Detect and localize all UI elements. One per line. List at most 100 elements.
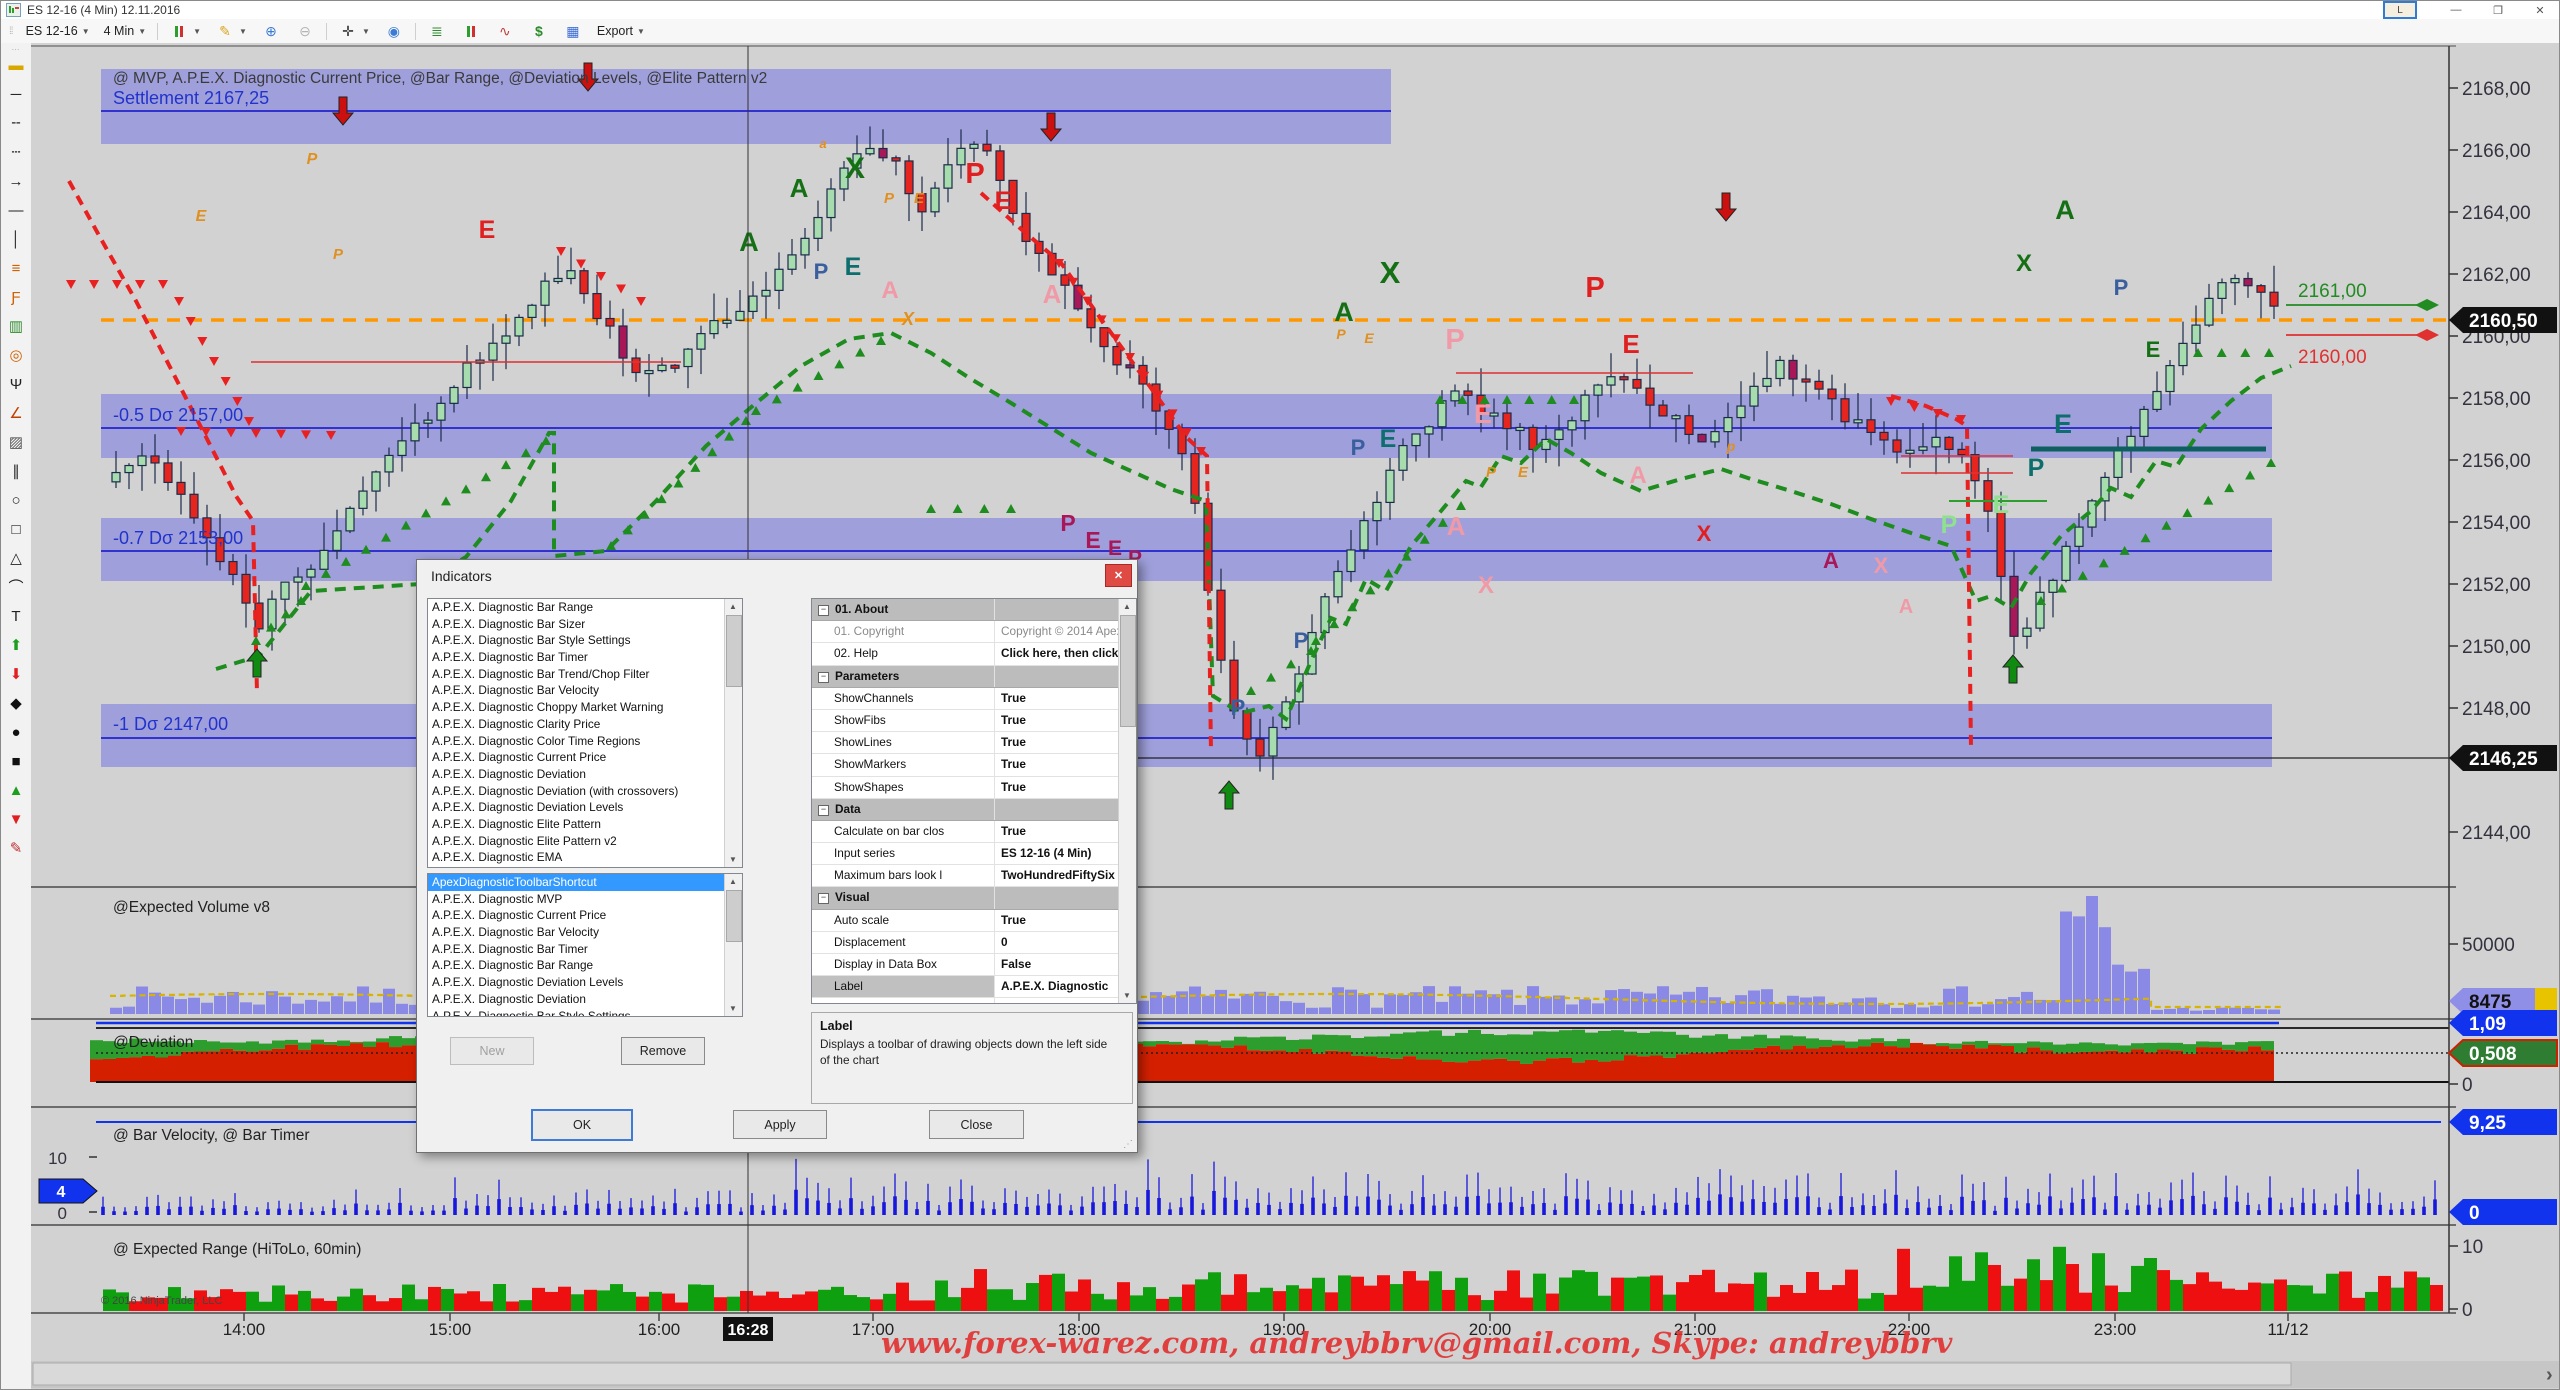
gann-fan-icon[interactable]: ∠ (4, 401, 28, 425)
applied-indicator-item[interactable]: A.P.E.X. Diagnostic Deviation Levels (428, 974, 742, 991)
line-icon[interactable]: ─ (4, 82, 28, 106)
property-row[interactable]: ShowChannelsTrue (812, 688, 1136, 710)
applied-indicator-item[interactable]: A.P.E.X. Diagnostic Bar Range (428, 957, 742, 974)
triangle-down-icon[interactable]: ▼ (4, 807, 28, 831)
restore-button[interactable]: ❐ (2477, 1, 2519, 19)
dollar-button[interactable]: $ (522, 20, 556, 42)
dot-icon[interactable]: ● (4, 720, 28, 744)
indicator-list-item[interactable]: A.P.E.X. Diagnostic Elite Pattern v2 (428, 833, 742, 850)
ellipse-icon[interactable]: ○ (4, 488, 28, 512)
indicator-list-item[interactable]: A.P.E.X. Diagnostic Deviation Levels (428, 799, 742, 816)
property-row[interactable]: Displacement0 (812, 932, 1136, 954)
misc-drawing-icon[interactable]: ✎ (4, 836, 28, 860)
property-row[interactable]: Maximum bars look lTwoHundredFiftySix (812, 865, 1136, 887)
candle-chart-button[interactable] (454, 20, 488, 42)
fib-extension-icon[interactable]: Ƒ (4, 285, 28, 309)
pitchfork-icon[interactable]: Ψ (4, 372, 28, 396)
minimize-button[interactable]: — (2435, 1, 2477, 19)
vertical-line-icon[interactable]: │ (4, 227, 28, 251)
data-box-button[interactable]: ◉ (377, 20, 411, 42)
new-button[interactable]: New (450, 1037, 534, 1065)
indicator-list-item[interactable]: A.P.E.X. Diagnostic Bar Range (428, 599, 742, 616)
chart-canvas[interactable]: 2161,002160,00EPEPAaXAPEPEPEXAXAPEEPPPAX… (31, 43, 2560, 1390)
indicator-list-item[interactable]: A.P.E.X. Diagnostic Bar Timer (428, 649, 742, 666)
indicator-list-item[interactable]: A.P.E.X. Diagnostic Bar Style Settings (428, 632, 742, 649)
instrument-link-button[interactable]: L (2383, 1, 2417, 19)
scrollbar[interactable]: ▲▼ (724, 599, 742, 867)
property-row[interactable]: Auto scaleTrue (812, 910, 1136, 932)
indicator-list-item[interactable]: A.P.E.X. Diagnostic EMA (428, 849, 742, 866)
applied-indicators-list[interactable]: ApexDiagnosticToolbarShortcutA.P.E.X. Di… (427, 873, 743, 1017)
applied-indicator-item[interactable]: A.P.E.X. Diagnostic MVP (428, 891, 742, 908)
property-row[interactable]: ShowMarkersTrue (812, 754, 1136, 776)
property-row[interactable]: Calculate on bar closTrue (812, 821, 1136, 843)
indicator-list-item[interactable]: A.P.E.X. Diagnostic Deviation (with cros… (428, 783, 742, 800)
instrument-selector[interactable]: ES 12-16▼ (19, 22, 97, 40)
applied-indicator-item[interactable]: ApexDiagnosticToolbarShortcut (428, 874, 742, 891)
square-icon[interactable]: ■ (4, 749, 28, 773)
zoom-out-button[interactable]: ⊖ (288, 20, 322, 42)
arrow-up-icon[interactable]: ⬆ (4, 633, 28, 657)
text-tool-icon[interactable]: T (4, 604, 28, 628)
applied-indicator-item[interactable]: A.P.E.X. Diagnostic Bar Timer (428, 941, 742, 958)
properties-grid[interactable]: −01. About01. CopyrightCopyright © 2014 … (811, 598, 1137, 1004)
property-section[interactable]: −01. About (812, 599, 1136, 621)
indicator-list-item[interactable]: A.P.E.X. Diagnostic Bar Trend/Chop Filte… (428, 666, 742, 683)
line-chart-button[interactable]: ∿ (488, 20, 522, 42)
applied-indicator-item[interactable]: A.P.E.X. Diagnostic Deviation (428, 991, 742, 1008)
ok-button[interactable]: OK (531, 1109, 633, 1141)
export-menu[interactable]: Export▼ (590, 22, 652, 40)
property-section[interactable]: −Parameters (812, 666, 1136, 688)
applied-indicator-item[interactable]: A.P.E.X. Diagnostic Bar Style Settings (428, 1008, 742, 1018)
dialog-close-button[interactable]: Close (929, 1110, 1024, 1139)
indicator-list-item[interactable]: A.P.E.X. Diagnostic Choppy Market Warnin… (428, 699, 742, 716)
property-row[interactable]: Display in Data BoxFalse (812, 954, 1136, 976)
ray-icon[interactable]: ╌ (4, 111, 28, 135)
property-row[interactable]: ShowFibsTrue (812, 710, 1136, 732)
close-button[interactable]: ✕ (2519, 1, 2560, 19)
toolbar-grip-icon[interactable]: ⁞⁞ (9, 26, 13, 37)
cursor-button[interactable]: ✛▼ (331, 20, 377, 42)
property-section[interactable]: −Data (812, 799, 1136, 821)
notes-button[interactable]: ▦ (556, 20, 590, 42)
property-row[interactable]: 01. CopyrightCopyright © 2014 Apex I (812, 621, 1136, 643)
chart-trader-button[interactable]: ≣ (420, 20, 454, 42)
indicator-list-item[interactable]: A.P.E.X. Diagnostic Deviation (428, 766, 742, 783)
property-row[interactable]: ShowLinesTrue (812, 732, 1136, 754)
triangle-up-icon[interactable]: ▲ (4, 778, 28, 802)
bar-style-button[interactable]: ▼ (162, 20, 208, 42)
time-regions-icon[interactable]: ▥ (4, 314, 28, 338)
fib-retracement-icon[interactable]: ≡ (4, 256, 28, 280)
arrow-down-icon[interactable]: ⬇ (4, 662, 28, 686)
indicator-list-item[interactable]: A.P.E.X. Diagnostic Elite Pattern (428, 816, 742, 833)
property-row[interactable]: Input seriesES 12-16 (4 Min) (812, 843, 1136, 865)
zoom-in-button[interactable]: ⊕ (254, 20, 288, 42)
diamond-icon[interactable]: ◆ (4, 691, 28, 715)
available-indicators-list[interactable]: A.P.E.X. Diagnostic Bar RangeA.P.E.X. Di… (427, 598, 743, 868)
indicator-list-item[interactable]: A.P.E.X. Diagnostic Current Price (428, 749, 742, 766)
apply-button[interactable]: Apply (733, 1110, 827, 1139)
horizontal-line-icon[interactable]: ― (4, 198, 28, 222)
regression-channel-icon[interactable]: ▨ (4, 430, 28, 454)
applied-indicator-item[interactable]: A.P.E.X. Diagnostic Current Price (428, 907, 742, 924)
scrollbar[interactable]: ▲▼ (724, 874, 742, 1016)
property-row[interactable]: 02. HelpClick here, then click (812, 643, 1136, 665)
price-target-icon[interactable]: ◎ (4, 343, 28, 367)
interval-selector[interactable]: 4 Min▼ (97, 22, 154, 40)
indicator-list-item[interactable]: A.P.E.X. Diagnostic Color Time Regions (428, 733, 742, 750)
scrollbar[interactable]: ▲▼ (1118, 599, 1136, 1003)
arrow-line-icon[interactable]: → (4, 169, 28, 193)
applied-indicator-item[interactable]: A.P.E.X. Diagnostic Bar Velocity (428, 924, 742, 941)
rectangle-icon[interactable]: □ (4, 517, 28, 541)
triangle-icon[interactable]: △ (4, 546, 28, 570)
trend-channel-icon[interactable]: ∥ (4, 459, 28, 483)
arc-icon[interactable]: ⌒ (4, 575, 28, 599)
property-row[interactable]: ShowShapesTrue (812, 777, 1136, 799)
indicator-list-item[interactable]: A.P.E.X. Diagnostic Bar Sizer (428, 616, 742, 633)
extended-line-icon[interactable]: ┄ (4, 140, 28, 164)
indicator-list-item[interactable]: A.P.E.X. Diagnostic Clarity Price (428, 716, 742, 733)
dialog-close-icon[interactable]: ✕ (1105, 564, 1132, 587)
indicator-list-item[interactable]: A.P.E.X. Diagnostic Bar Velocity (428, 682, 742, 699)
ruler-icon[interactable]: ▬ (4, 53, 28, 77)
resize-grip[interactable]: ⋰ (1123, 1139, 1133, 1150)
